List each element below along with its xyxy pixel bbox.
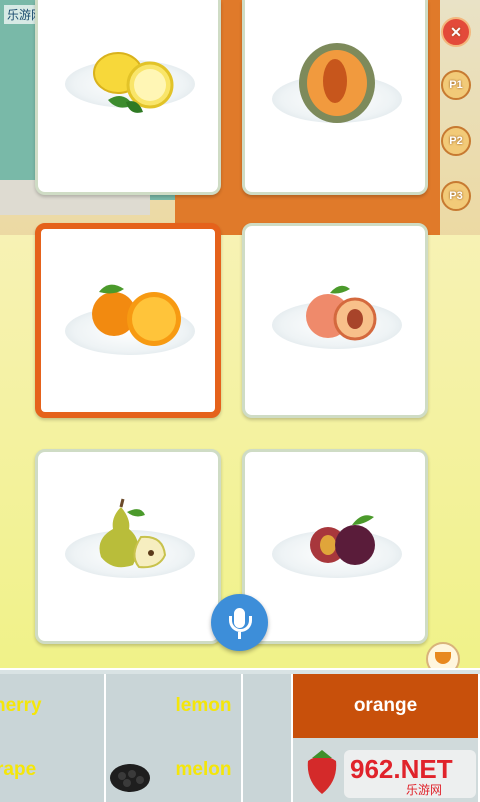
lemon-icon: [93, 52, 174, 113]
melon-icon: [299, 43, 375, 123]
site-logo: 962.NET 乐游网: [344, 750, 476, 798]
word-tile-active[interactable]: orange: [293, 674, 480, 738]
close-icon: ✕: [450, 23, 462, 40]
close-button[interactable]: ✕: [441, 17, 471, 47]
card-peach[interactable]: [242, 223, 428, 418]
page-2-button[interactable]: P2: [441, 126, 471, 156]
peach-icon: [306, 285, 377, 341]
plum-icon: [310, 515, 375, 565]
blackberry-icon: [110, 764, 150, 792]
strawberry-icon: [307, 750, 337, 794]
card-lemon[interactable]: [35, 0, 221, 195]
card-pear[interactable]: [35, 449, 221, 644]
card-plum[interactable]: [242, 449, 428, 644]
orange-icon: [92, 284, 181, 346]
word-tile[interactable]: lemon: [106, 674, 243, 738]
microphone-button[interactable]: [211, 594, 268, 651]
svg-text:乐游网: 乐游网: [406, 783, 442, 797]
page-3-button[interactable]: P3: [441, 181, 471, 211]
page-1-button[interactable]: P1: [441, 70, 471, 100]
word-tile[interactable]: rape: [0, 738, 106, 802]
card-orange[interactable]: [35, 223, 221, 418]
word-tile[interactable]: [243, 674, 293, 738]
word-tile[interactable]: herry: [0, 674, 106, 738]
svg-text:962.NET: 962.NET: [350, 754, 453, 784]
word-tile[interactable]: [243, 738, 293, 802]
pear-icon: [99, 498, 167, 569]
card-melon[interactable]: [242, 0, 428, 195]
